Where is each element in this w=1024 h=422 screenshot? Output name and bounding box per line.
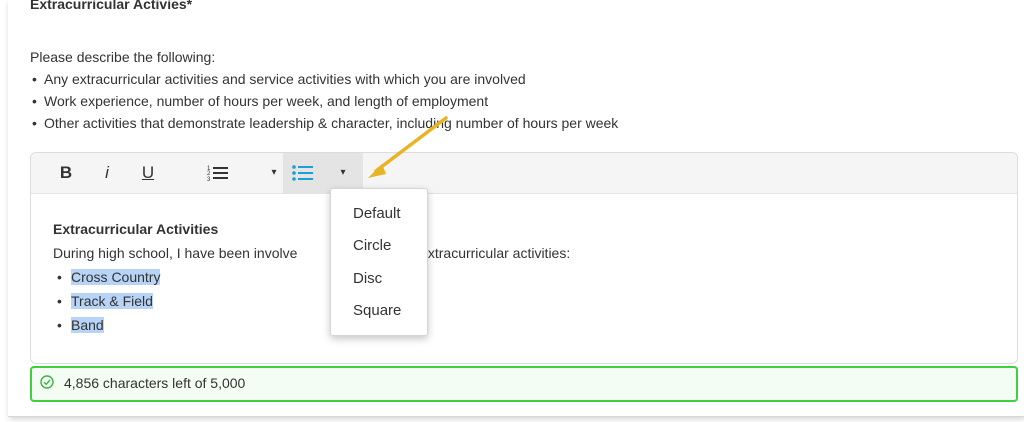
selected-text: Cross Country — [71, 269, 161, 285]
list-item: Cross Country — [57, 265, 570, 289]
underline-button[interactable]: U — [137, 153, 159, 193]
bold-button[interactable]: B — [55, 153, 77, 193]
list-style-option-circle[interactable]: Circle — [353, 237, 391, 254]
content-list: Cross Country Track & Field Band — [53, 265, 570, 337]
instruction-item: Any extracurricular activities and servi… — [32, 68, 618, 90]
check-circle-icon — [40, 375, 54, 389]
italic-button[interactable]: i — [97, 153, 117, 193]
character-counter: 4,856 characters left of 5,000 — [30, 366, 1018, 402]
instruction-item: Work experience, number of hours per wee… — [32, 90, 618, 112]
content-heading: Extracurricular Activities — [53, 221, 219, 237]
character-counter-text: 4,856 characters left of 5,000 — [64, 375, 246, 391]
instructions: Please describe the following: Any extra… — [30, 46, 618, 134]
editor-toolbar: B i U 1 2 3 ▾ ▾ — [31, 153, 1017, 194]
selected-text: Track & Field — [71, 293, 153, 309]
numbered-list-icon[interactable]: 1 2 3 — [203, 153, 233, 193]
list-style-option-square[interactable]: Square — [353, 302, 401, 319]
list-item: Band — [57, 313, 570, 337]
instruction-item: Other activities that demonstrate leader… — [32, 112, 618, 134]
rich-text-editor[interactable]: B i U 1 2 3 ▾ ▾ Extracurricular Activiti… — [30, 152, 1018, 364]
selected-text: Band — [71, 317, 104, 333]
bulleted-list-icon[interactable] — [283, 153, 323, 193]
list-item: Track & Field — [57, 289, 570, 313]
svg-text:3: 3 — [207, 177, 211, 182]
list-style-menu: Default Circle Disc Square — [330, 188, 428, 336]
numbered-list-dropdown-icon[interactable]: ▾ — [267, 153, 281, 193]
bulleted-list-dropdown-icon[interactable]: ▾ — [323, 153, 363, 193]
list-style-option-default[interactable]: Default — [353, 205, 401, 222]
instructions-list: Any extracurricular activities and servi… — [30, 68, 618, 134]
instructions-intro: Please describe the following: — [30, 49, 216, 65]
section-title: Extracurricular Activies* — [30, 0, 193, 12]
form-card: Extracurricular Activies* Please describ… — [8, 0, 1024, 417]
list-style-option-disc[interactable]: Disc — [353, 270, 382, 287]
editor-content[interactable]: Extracurricular Activities During high s… — [53, 217, 570, 337]
content-sentence: During high school, I have been involve w… — [53, 241, 570, 265]
content-sentence-start: During high school, I have been involve — [53, 245, 298, 261]
